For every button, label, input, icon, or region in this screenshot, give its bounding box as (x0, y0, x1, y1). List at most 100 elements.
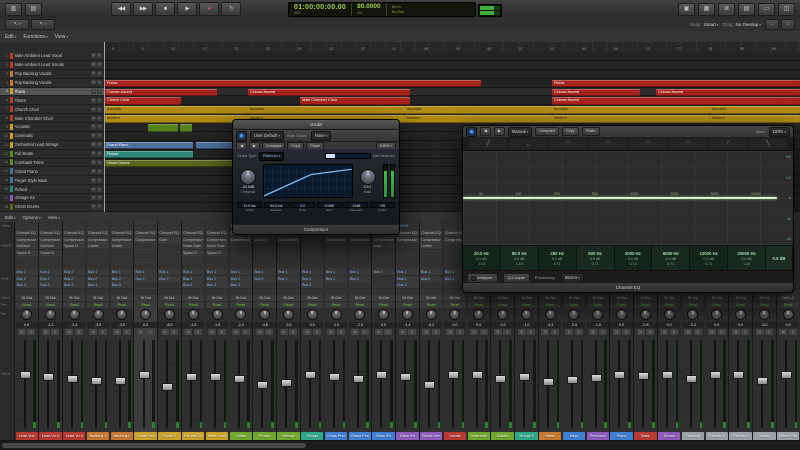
audio-fx-slot[interactable] (396, 249, 419, 256)
power-button-icon[interactable]: ◉ (466, 126, 477, 137)
audio-fx-slot[interactable] (372, 256, 395, 262)
send-slot[interactable] (324, 288, 348, 295)
send-slot[interactable]: Bus 2 (86, 275, 110, 282)
fader-cap[interactable] (138, 371, 150, 380)
track-mute-button[interactable]: M (91, 151, 96, 157)
send-slot[interactable]: Bus 2 (182, 275, 205, 282)
eq-band-readout[interactable]: 80.0 Hz 0.0 dB 1.10 (501, 246, 539, 270)
audio-fx-slot[interactable] (277, 262, 300, 269)
eq-band-shape-icon[interactable]: ╲ (749, 139, 787, 149)
side-chain-menu[interactable]: None (310, 130, 332, 141)
mute-button[interactable]: M (303, 329, 312, 335)
pan-knob[interactable] (87, 308, 109, 321)
mute-button[interactable]: M (541, 329, 550, 335)
audio-fx-slot[interactable] (134, 249, 157, 256)
track-lane[interactable] (104, 69, 800, 79)
track-solo-button[interactable]: S (97, 80, 102, 86)
solo-button[interactable]: S (646, 329, 655, 335)
eq-band-shape-icon[interactable]: ◠ (549, 139, 587, 149)
audio-fx-slot[interactable]: Compressor (182, 236, 205, 243)
zoom-horizontal-icon[interactable]: ↔ (765, 19, 779, 30)
volume-fader[interactable] (86, 336, 110, 431)
compressor-param[interactable]: 11.0 ms Attack (237, 201, 263, 212)
audio-fx-slot[interactable] (158, 243, 181, 249)
drag-menu[interactable]: Drag: No Overlap (722, 22, 761, 27)
solo-button[interactable]: S (336, 329, 345, 335)
q-couple-button[interactable]: Q-Couple (502, 272, 530, 283)
output-slot[interactable]: St Out (634, 295, 657, 301)
audio-fx-slot[interactable]: Channel EQ (15, 230, 38, 236)
mute-button[interactable]: M (660, 329, 669, 335)
audio-fx-slot[interactable]: Compressor (63, 236, 86, 243)
send-slot[interactable]: Bus 1 (324, 269, 348, 275)
audio-fx-slot[interactable] (253, 243, 276, 249)
audio-fx-slot[interactable] (301, 236, 324, 243)
track-header[interactable]: 8 Male Chamber Choir M S (0, 114, 104, 123)
track-mute-button[interactable]: M (91, 106, 96, 112)
zoom-vertical-icon[interactable]: ↕ (781, 19, 795, 30)
send-slot[interactable] (420, 288, 443, 295)
solo-button[interactable]: S (98, 329, 107, 335)
pan-knob[interactable] (63, 308, 85, 321)
audio-fx-slot[interactable]: Compressor (324, 236, 348, 243)
automation-mode[interactable]: Read (515, 301, 538, 308)
channel-strip[interactable]: Channel EQ Compressor Noise Gate Space D Bus… (205, 222, 229, 441)
track-solo-button[interactable]: S (97, 186, 102, 192)
track-header[interactable]: 18 Ghost Drums M S (0, 203, 104, 212)
output-slot[interactable]: St Out (729, 295, 752, 301)
send-slot[interactable]: Bus 1 (372, 269, 395, 275)
circuit-type-menu[interactable]: Platinum (258, 151, 285, 161)
send-slot[interactable]: Bus 3 (229, 282, 252, 288)
output-slot[interactable]: St Out (158, 295, 181, 301)
fader-cap[interactable] (328, 372, 340, 381)
send-slot[interactable]: Bus 2 (134, 275, 157, 282)
audio-fx-slot[interactable]: Channel EQ (182, 230, 205, 236)
audio-fx-slot[interactable]: Channel EQ (110, 230, 133, 236)
automation-mode[interactable]: Read (158, 301, 181, 308)
track-solo-button[interactable]: S (97, 53, 102, 59)
automation-mode[interactable]: Read (491, 301, 514, 308)
eq-band-readout[interactable]: 20.0 Hz 0.0 dB 1.10 (463, 246, 501, 270)
send-slot[interactable] (110, 288, 133, 295)
audio-fx-slot[interactable] (39, 256, 62, 262)
output-slot[interactable]: St Out (658, 295, 681, 301)
eq-band-shape-icon[interactable]: ◟ (509, 139, 547, 149)
pan-knob[interactable] (16, 308, 38, 321)
mute-button[interactable]: M (708, 329, 716, 335)
audio-fx-slot[interactable]: Compressor (396, 236, 419, 243)
mute-button[interactable]: M (136, 329, 145, 335)
send-slot[interactable] (277, 282, 300, 288)
audio-fx-slot[interactable] (277, 256, 300, 262)
automation-mode[interactable]: Read (681, 301, 705, 308)
automation-mode[interactable]: Read (420, 301, 443, 308)
send-slot[interactable] (348, 288, 371, 295)
send-slot[interactable]: Bus 2 (277, 275, 300, 282)
audio-fx-slot[interactable]: Compressor (229, 236, 252, 243)
volume-fader[interactable] (562, 336, 586, 431)
mixer-icon[interactable]: ▦ (698, 2, 715, 16)
record-button[interactable]: ● (199, 2, 219, 16)
instrument-slot[interactable] (15, 222, 38, 230)
pan-knob[interactable] (396, 308, 418, 321)
audio-fx-slot[interactable] (39, 262, 62, 269)
channel-strip[interactable]: EXS24Channel EQCompressorBus 1Bus 2Bus 3… (395, 222, 420, 441)
track-solo-button[interactable]: S (97, 97, 102, 103)
fader-cap[interactable] (114, 376, 126, 385)
automation-mode[interactable]: Read (467, 301, 490, 308)
mute-button[interactable]: M (17, 329, 26, 335)
mute-button[interactable]: M (684, 329, 693, 335)
solo-button[interactable]: S (527, 329, 536, 335)
mute-button[interactable]: M (351, 329, 360, 335)
inspector-icon[interactable]: ▤ (25, 2, 42, 16)
audio-fx-slot[interactable] (324, 256, 348, 262)
track-mute-button[interactable]: M (91, 204, 96, 210)
solo-button[interactable]: S (170, 329, 179, 335)
fader-cap[interactable] (209, 373, 221, 382)
compressor-param[interactable]: 0.0dB Gain (316, 201, 342, 212)
send-slot[interactable]: Bus 3 (110, 282, 133, 288)
volume-fader[interactable] (253, 336, 276, 431)
automation-mode[interactable]: Read (586, 301, 609, 308)
volume-fader[interactable] (777, 336, 800, 431)
send-slot[interactable]: Bus 2 (158, 275, 181, 282)
fader-cap[interactable] (733, 371, 745, 380)
